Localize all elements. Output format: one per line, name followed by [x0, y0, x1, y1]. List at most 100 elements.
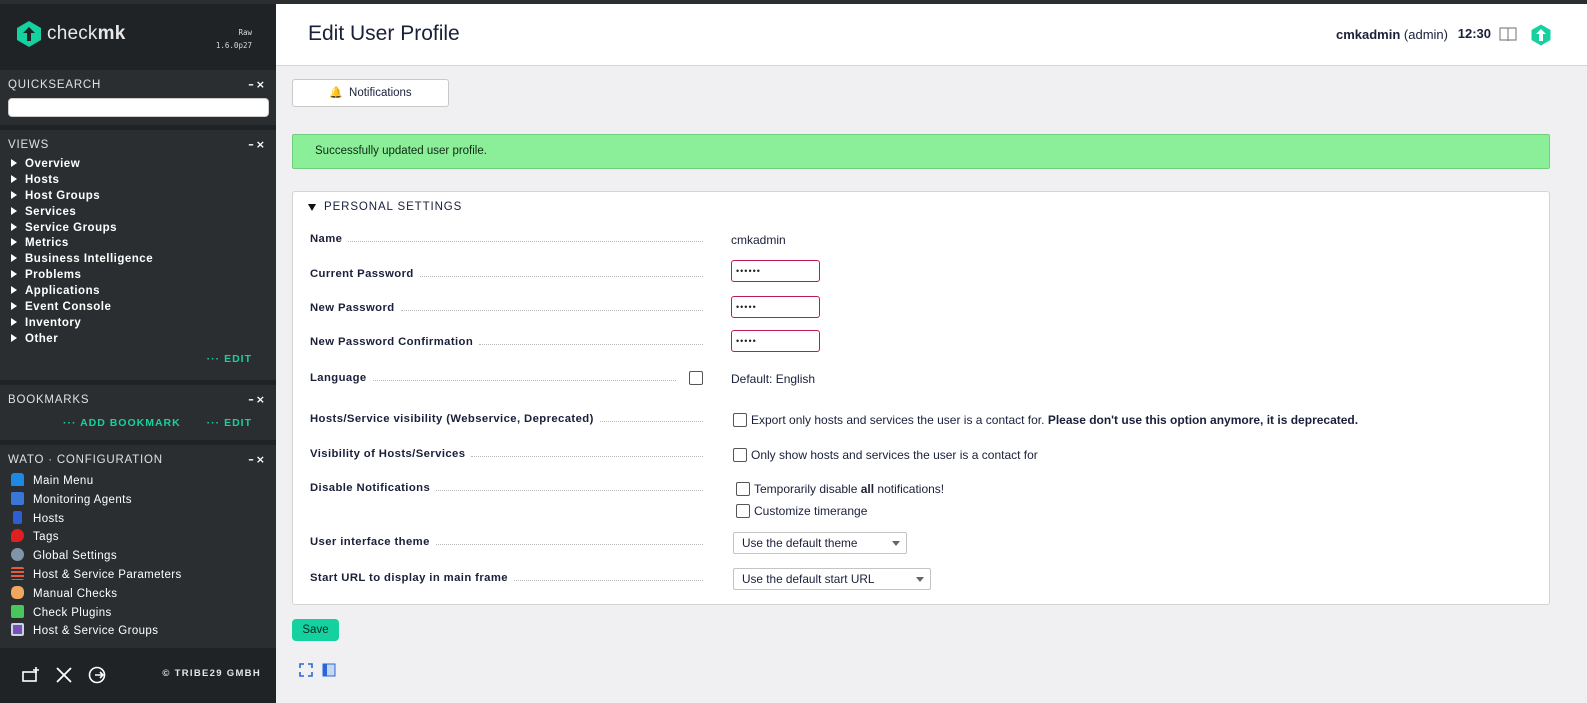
hand-icon: [11, 585, 24, 599]
disable-notifications-option: Temporarily disable all notifications!: [736, 482, 944, 496]
views-item[interactable]: Applications: [11, 284, 268, 300]
views-item[interactable]: Business Intelligence: [11, 252, 268, 268]
wato-item[interactable]: Manual Checks: [11, 585, 268, 604]
user-info[interactable]: cmkadmin (admin): [1336, 27, 1448, 42]
snapin-controls[interactable]: –×: [248, 138, 267, 151]
add-bookmark-link[interactable]: ··· ADD BOOKMARK: [63, 417, 181, 429]
wato-item[interactable]: Main Menu: [11, 472, 268, 491]
current-password-input[interactable]: ••••••: [731, 260, 820, 282]
copyright: © TRIBE29 GMBH: [162, 668, 261, 679]
expand-triangle-icon: [11, 222, 17, 231]
new-password-confirm-input[interactable]: •••••: [731, 330, 820, 352]
visibility-label: Visibility of Hosts/Services: [310, 448, 703, 460]
start-url-label: Start URL to display in main frame: [310, 572, 703, 584]
wato-title: WATO · CONFIGURATION: [8, 454, 163, 466]
expand-triangle-icon: [11, 254, 17, 263]
tools-icon[interactable]: [54, 665, 74, 685]
start-url-select[interactable]: Use the default start URL: [733, 568, 931, 590]
checkmk-logo-icon[interactable]: [15, 20, 43, 48]
username: cmkadmin: [1335, 27, 1401, 42]
views-item[interactable]: Services: [11, 205, 268, 221]
language-value: Default: English: [731, 372, 816, 386]
snapin-views: VIEWS –× Overview Hosts Host Groups Service…: [0, 125, 276, 380]
expand-triangle-icon: [11, 174, 17, 183]
wato-list: Main Menu Monitoring Agents Hosts Tags Globa…: [8, 472, 268, 641]
customize-timerange-option: Customize timerange: [736, 504, 867, 518]
logout-icon[interactable]: [87, 665, 107, 685]
visibility-webservice-option: Export only hosts and services the user …: [733, 413, 1358, 427]
language-override-checkbox[interactable]: [689, 371, 703, 385]
snapin-wato: WATO · CONFIGURATION –× Main Menu Monitor…: [0, 440, 276, 650]
views-item[interactable]: Event Console: [11, 300, 268, 316]
views-item[interactable]: Hosts: [11, 173, 268, 189]
wato-item[interactable]: Check Plugins: [11, 604, 268, 623]
tags-icon: [11, 529, 24, 543]
main-menu-icon: [11, 473, 24, 486]
add-snapin-icon[interactable]: [21, 665, 41, 685]
name-value: cmkadmin: [731, 233, 786, 247]
bookmarks-title: BOOKMARKS: [8, 394, 90, 406]
top-bar: Edit User Profile cmkadmin (admin) 12:30: [276, 4, 1587, 66]
snapin-controls[interactable]: –×: [248, 393, 267, 406]
snapin-bookmarks: BOOKMARKS –× ··· ADD BOOKMARK ··· EDIT: [0, 380, 276, 440]
brand-name: checkmk: [47, 23, 126, 44]
fullscreen-icon[interactable]: [299, 663, 313, 677]
views-item[interactable]: Host Groups: [11, 189, 268, 205]
visibility-webservice-checkbox[interactable]: [733, 413, 747, 427]
bookmarks-links: ··· ADD BOOKMARK ··· EDIT: [8, 412, 268, 434]
expand-triangle-icon: [11, 302, 17, 311]
expand-triangle-icon: [11, 206, 17, 215]
save-button[interactable]: Save: [292, 619, 339, 641]
visibility-checkbox[interactable]: [733, 448, 747, 462]
views-item[interactable]: Inventory: [11, 316, 268, 332]
theme-select[interactable]: Use the default theme: [733, 532, 907, 554]
rulesets-icon: [11, 566, 24, 580]
expand-triangle-icon: [11, 190, 17, 199]
views-edit-link[interactable]: ··· EDIT: [207, 353, 252, 365]
wato-item[interactable]: Monitoring Agents: [11, 491, 268, 510]
deprecation-warning: Please don't use this option anymore, it…: [1047, 413, 1359, 427]
disable-notifications-label: Disable Notifications: [310, 482, 703, 494]
expand-triangle-icon: [11, 286, 17, 295]
sidebar-toggle-icon[interactable]: [322, 663, 336, 677]
theme-label: User interface theme: [310, 536, 703, 548]
snapin-controls[interactable]: –×: [248, 78, 267, 91]
notifications-button[interactable]: 🔔 Notifications: [292, 79, 449, 107]
views-item[interactable]: Other: [11, 332, 268, 348]
language-label: Language: [310, 372, 676, 384]
chevron-down-icon: [892, 541, 900, 546]
wato-item[interactable]: Global Settings: [11, 547, 268, 566]
new-password-confirm-label: New Password Confirmation: [310, 336, 703, 348]
views-item[interactable]: Overview: [11, 157, 268, 173]
page-title: Edit User Profile: [308, 22, 460, 45]
main-content: Edit User Profile cmkadmin (admin) 12:30…: [276, 4, 1587, 703]
wato-item[interactable]: Tags: [11, 528, 268, 547]
bookmarks-edit-link[interactable]: ··· EDIT: [207, 417, 252, 429]
customize-timerange-checkbox[interactable]: [736, 504, 750, 518]
expand-triangle-icon: [11, 333, 17, 342]
wato-item[interactable]: Host & Service Groups: [11, 622, 268, 641]
new-password-input[interactable]: •••••: [731, 296, 820, 318]
quicksearch-input[interactable]: [8, 98, 269, 117]
views-links: ··· EDIT: [8, 348, 268, 370]
views-list: Overview Hosts Host Groups Services Service …: [8, 157, 268, 348]
book-icon[interactable]: [1499, 26, 1517, 42]
views-item[interactable]: Metrics: [11, 236, 268, 252]
user-role: (admin): [1403, 27, 1448, 42]
checkmk-top-logo-icon[interactable]: [1530, 24, 1552, 46]
views-item[interactable]: Service Groups: [11, 221, 268, 237]
new-password-label: New Password: [310, 302, 703, 314]
expand-triangle-icon: [11, 317, 17, 326]
section-header[interactable]: PERSONAL SETTINGS: [308, 201, 462, 213]
bell-icon: 🔔: [329, 87, 344, 99]
version-info: Raw 1.6.0p27: [216, 26, 252, 52]
chevron-down-icon: [916, 577, 924, 582]
views-item[interactable]: Problems: [11, 268, 268, 284]
wato-item[interactable]: Hosts: [11, 510, 268, 529]
wato-item[interactable]: Host & Service Parameters: [11, 566, 268, 585]
personal-settings-section: PERSONAL SETTINGS Name cmkadmin Current …: [292, 191, 1550, 605]
hosts-icon: [13, 510, 22, 524]
disable-notifications-checkbox[interactable]: [736, 482, 750, 496]
name-label: Name: [310, 233, 703, 245]
snapin-controls[interactable]: –×: [248, 453, 267, 466]
